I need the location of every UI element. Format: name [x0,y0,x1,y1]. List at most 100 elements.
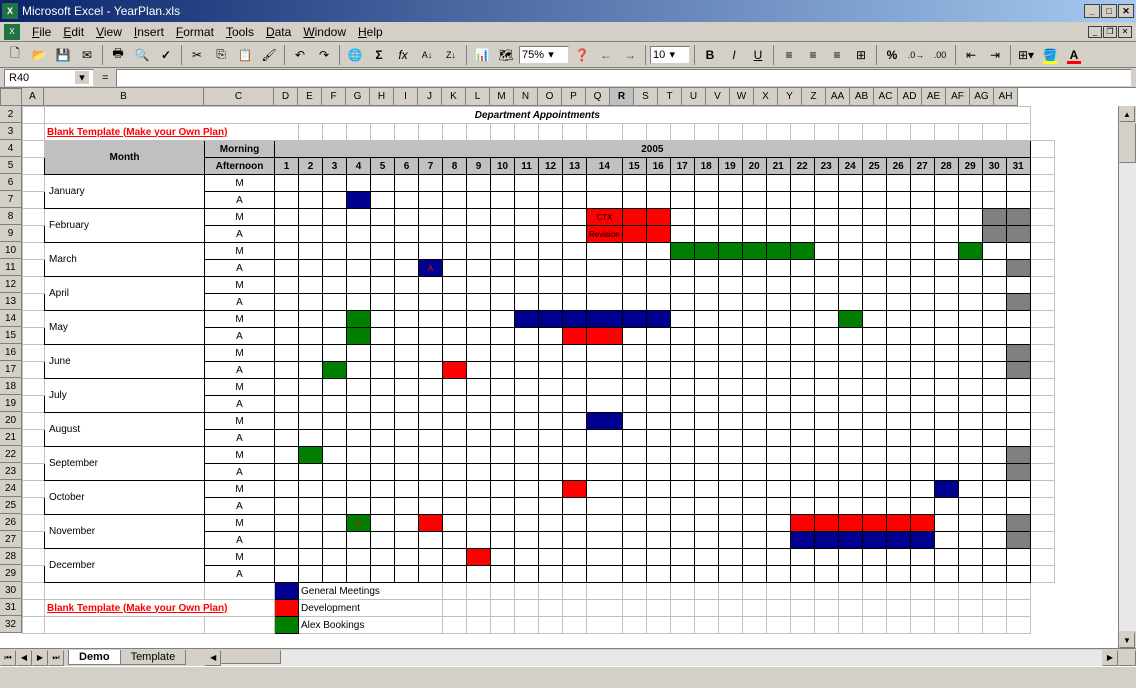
cell[interactable] [395,345,419,362]
cell[interactable] [646,243,670,260]
cell[interactable] [982,413,1006,430]
cell[interactable]: 8 [443,158,467,175]
cell[interactable] [491,549,515,566]
cell[interactable] [958,328,982,345]
cell[interactable] [958,226,982,243]
cell[interactable] [982,498,1006,515]
cell[interactable] [934,311,958,328]
cell[interactable] [910,243,934,260]
col-header-Y[interactable]: Y [778,88,802,106]
cell[interactable] [982,600,1006,617]
cell[interactable] [539,277,563,294]
cell[interactable] [1006,396,1030,413]
cell[interactable] [515,617,539,634]
cell[interactable] [646,396,670,413]
cell[interactable] [1030,226,1054,243]
cell[interactable] [491,345,515,362]
cell[interactable] [742,566,766,583]
cell[interactable] [814,124,838,141]
cell[interactable] [886,583,910,600]
cell[interactable] [23,362,45,379]
cell[interactable] [563,175,587,192]
cell[interactable] [443,294,467,311]
cell[interactable] [694,430,718,447]
cell[interactable] [982,549,1006,566]
month-july[interactable]: July [45,379,205,413]
cell[interactable] [1030,481,1054,498]
cell[interactable] [622,124,646,141]
cell[interactable]: Afternoon [205,158,275,175]
cell[interactable] [323,447,347,464]
cell[interactable] [766,209,790,226]
cell[interactable]: 27 [910,158,934,175]
cell[interactable] [622,617,646,634]
cell[interactable] [1006,566,1030,583]
cell[interactable] [443,209,467,226]
cell[interactable] [1006,294,1030,311]
cell[interactable] [323,464,347,481]
cell[interactable] [347,430,371,447]
cell[interactable] [587,345,623,362]
cell[interactable] [347,328,371,345]
cell[interactable] [670,328,694,345]
cell[interactable] [299,277,323,294]
cell[interactable] [1006,328,1030,345]
cell[interactable] [371,566,395,583]
cell[interactable] [886,345,910,362]
cell[interactable] [563,209,587,226]
cell[interactable] [395,549,419,566]
row-header-18[interactable]: 18 [0,378,22,395]
cell[interactable]: A [205,396,275,413]
cell[interactable] [1030,260,1054,277]
cell[interactable] [539,175,563,192]
template-link[interactable]: Blank Template (Make your Own Plan) [45,124,299,141]
cell[interactable] [23,481,45,498]
cell[interactable] [790,481,814,498]
cell[interactable] [23,158,45,175]
cell[interactable] [694,124,718,141]
cell[interactable] [515,124,539,141]
cell[interactable] [299,260,323,277]
cell[interactable] [539,243,563,260]
cell[interactable] [982,226,1006,243]
cell[interactable] [491,277,515,294]
row-header-23[interactable]: 23 [0,463,22,480]
cell[interactable] [790,600,814,617]
cell[interactable] [910,600,934,617]
cell[interactable] [515,362,539,379]
cell[interactable] [419,277,443,294]
decrease-indent-button[interactable]: ⇤ [960,44,982,66]
cell[interactable] [694,277,718,294]
cell[interactable] [958,600,982,617]
cell[interactable] [838,345,862,362]
cell[interactable] [515,209,539,226]
cell[interactable] [563,532,587,549]
cell[interactable] [563,294,587,311]
cell[interactable] [1030,515,1054,532]
cell[interactable] [1030,413,1054,430]
cell[interactable] [539,549,563,566]
cell[interactable] [539,379,563,396]
cell[interactable] [742,294,766,311]
cell[interactable] [694,175,718,192]
cell[interactable] [670,413,694,430]
cell[interactable] [934,379,958,396]
cell[interactable] [814,379,838,396]
cell[interactable] [766,481,790,498]
cell[interactable] [622,294,646,311]
cell[interactable] [491,430,515,447]
cell[interactable] [646,566,670,583]
cell[interactable] [910,260,934,277]
cell[interactable] [910,124,934,141]
cell[interactable] [838,583,862,600]
row-header-5[interactable]: 5 [0,157,22,174]
cell[interactable] [443,464,467,481]
cell[interactable] [718,124,742,141]
col-header-G[interactable]: G [346,88,370,106]
cell[interactable] [670,396,694,413]
cell[interactable] [1006,379,1030,396]
cell[interactable] [491,209,515,226]
open-button[interactable]: 📂 [28,44,50,66]
cell[interactable] [862,260,886,277]
cell[interactable] [419,498,443,515]
